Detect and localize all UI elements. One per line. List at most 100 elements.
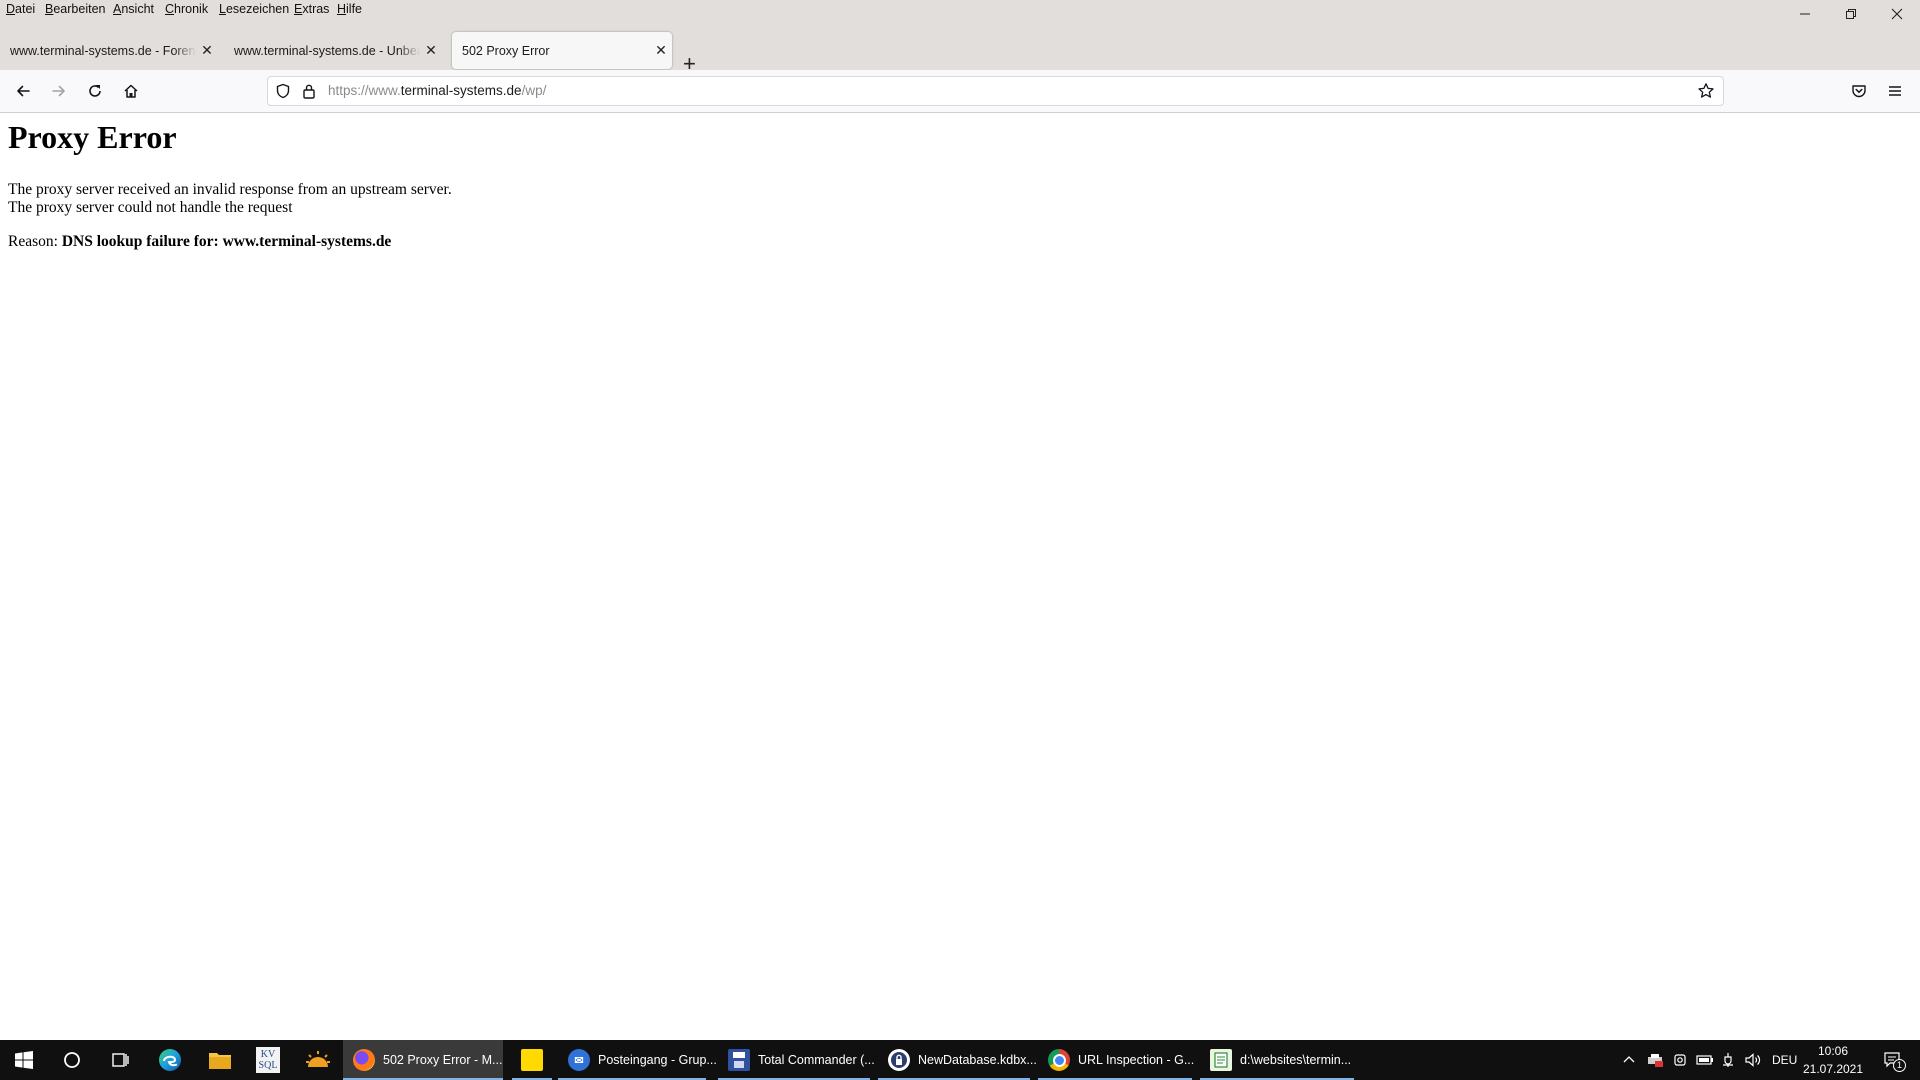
pocket-button[interactable] [1846,78,1872,104]
menu-label: nsicht [121,2,154,16]
tray-meet-now[interactable] [1672,1040,1688,1080]
url-path: /wp/ [521,83,547,98]
menu-bearbeiten[interactable]: Bearbeiten [45,2,105,16]
bookmark-star-icon[interactable] [1697,82,1715,105]
input-language-indicator[interactable]: DEU [1772,1040,1797,1080]
home-icon [124,84,138,98]
task-view-icon [112,1053,129,1067]
menu-hilfe[interactable]: Hilfe [337,2,362,16]
taskbar-app-sticky-notes[interactable] [508,1040,556,1080]
taskbar-app-label: NewDatabase.kdbx... [918,1053,1037,1067]
kv-sql-icon: KV SQL [256,1047,280,1073]
menu-mnemonic: H [337,2,347,16]
taskbar-app-thunderbird[interactable]: ✉ Posteingang - Grup... [558,1040,717,1080]
menu-label: xtras [302,2,330,16]
error-reason: Reason: DNS lookup failure for: www.term… [8,233,391,251]
page-content: Proxy Error The proxy server received an… [0,113,1920,1040]
show-hidden-icons-button[interactable] [1622,1040,1636,1080]
taskbar-app-notepad[interactable]: d:\websites\termin... [1200,1040,1354,1080]
arrow-left-icon [17,85,30,97]
menu-chronik[interactable]: Chronik [165,2,208,16]
tray-volume[interactable] [1744,1040,1762,1080]
tab-proxy-error[interactable]: 502 Proxy Error ✕ [452,32,672,69]
tracking-protection-shield-icon[interactable] [275,83,291,104]
hamburger-menu-icon [1889,86,1901,96]
forward-button[interactable] [46,78,72,104]
menu-lesezeichen[interactable]: Lesezeichen [219,2,289,16]
close-icon [1891,8,1903,20]
menu-mnemonic: C [165,2,175,16]
menu-label: hronik [174,2,209,16]
camera-icon [1674,1054,1686,1066]
clock[interactable]: 10:06 21.07.2021 [1800,1042,1866,1078]
action-center-button[interactable]: 1 [1878,1040,1908,1080]
menu-mnemonic: D [6,2,16,16]
chevron-up-icon [1623,1056,1635,1063]
sticky-notes-icon [521,1049,543,1071]
tray-battery[interactable] [1696,1040,1714,1080]
lock-icon[interactable] [302,83,316,104]
chrome-center [1052,1053,1066,1067]
error-description: The proxy server received an invalid res… [8,181,452,217]
pocket-icon [1852,85,1866,98]
floppy-disk-icon [728,1049,750,1071]
tab-strip: www.terminal-systems.de - Foren-Übersich… [0,20,1920,75]
menu-mnemonic: L [219,2,226,16]
url-scheme: https://www. [328,83,401,98]
menu-label: atei [15,2,36,16]
menu-extras[interactable]: Extras [294,2,329,16]
navigation-toolbar: https://www.terminal-systems.de/wp/ [0,70,1920,113]
taskbar-app-label: URL Inspection - G... [1078,1053,1195,1067]
menu-label: ilfe [346,2,363,16]
start-button[interactable] [0,1040,48,1080]
page-title: Proxy Error [8,119,177,155]
file-explorer-pinned[interactable] [196,1040,244,1080]
taskbar-app-keepass[interactable]: NewDatabase.kdbx... [878,1040,1037,1080]
restore-icon [1846,9,1856,19]
menu-datei[interactable]: Datei [6,2,35,16]
taskbar-app-label: 502 Proxy Error - M... [383,1053,503,1067]
reload-icon [89,85,101,97]
sun-icon [306,1051,330,1067]
notepad-icon [1210,1049,1232,1071]
tab-close-icon[interactable]: ✕ [420,42,442,59]
clock-date: 21.07.2021 [1802,1062,1864,1076]
reload-button[interactable] [82,78,108,104]
edge-pinned[interactable] [146,1040,194,1080]
battery-icon [1696,1055,1713,1065]
tab-label: 502 Proxy Error [462,43,550,58]
tab-close-icon[interactable]: ✕ [196,42,218,59]
taskbar-app-label: Total Commander (... [758,1053,875,1067]
printer-icon [1648,1054,1663,1067]
taskbar-app-firefox[interactable]: 502 Proxy Error - M... [343,1040,503,1080]
taskbar-app-total-commander[interactable]: Total Commander (... [718,1040,875,1080]
sun-app-pinned[interactable] [294,1040,342,1080]
taskbar-app-label: Posteingang - Grup... [598,1053,717,1067]
menu-bar: Datei Bearbeiten Ansicht Chronik Lesezei… [0,0,1920,20]
tray-network[interactable] [1720,1040,1736,1080]
menu-ansicht[interactable]: Ansicht [113,2,154,16]
url-bar[interactable]: https://www.terminal-systems.de/wp/ [267,76,1724,106]
speaker-icon [1745,1053,1761,1067]
tab-unbeantwortete-themen[interactable]: www.terminal-systems.de - Unbeantwortete… [224,32,442,69]
task-view-button[interactable] [96,1040,144,1080]
tab-label: www.terminal-systems.de - Unbeantwortete… [234,43,420,58]
tab-close-icon[interactable]: ✕ [650,42,672,59]
menu-label: earbeiten [53,2,106,16]
network-plug-icon [1723,1053,1733,1067]
search-button[interactable] [48,1040,96,1080]
url-text[interactable]: https://www.terminal-systems.de/wp/ [328,83,546,98]
error-line-2: The proxy server could not handle the re… [8,199,293,216]
notification-count-badge: 1 [1893,1059,1906,1072]
menu-label: esezeichen [225,2,290,16]
app-menu-button[interactable] [1882,78,1908,104]
kv-sql-pinned[interactable]: KV SQL [244,1040,292,1080]
taskbar-app-label: d:\websites\termin... [1240,1053,1352,1067]
taskbar-app-chrome[interactable]: URL Inspection - G... [1038,1040,1195,1080]
reason-value: DNS lookup failure for: www.terminal-sys… [61,233,392,250]
back-button[interactable] [10,78,36,104]
tab-foren-uebersicht[interactable]: www.terminal-systems.de - Foren-Übersich… [0,32,218,69]
home-button[interactable] [118,78,144,104]
tray-app-icon[interactable] [1646,1040,1664,1080]
tab-label: www.terminal-systems.de - Foren-Übersich… [10,43,196,58]
